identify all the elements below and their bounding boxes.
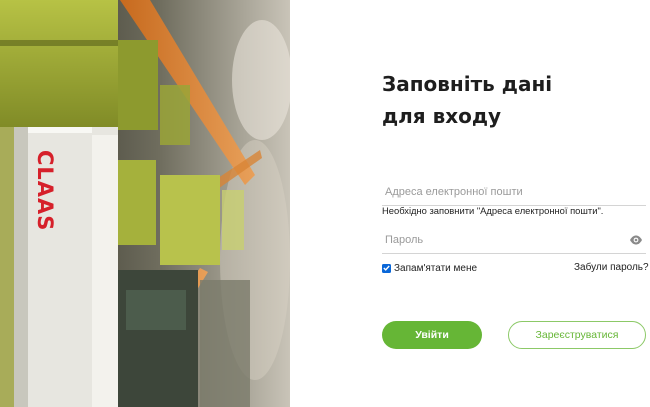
password-field-container [382, 227, 646, 254]
form-title: Заповніть дані для входу [382, 68, 632, 132]
register-button[interactable]: Зареєструватися [508, 321, 646, 349]
claas-logo-text: CLAAS [33, 150, 57, 231]
warehouse-illustration: CLAAS [0, 0, 290, 407]
checkbox-checked-icon[interactable] [382, 263, 391, 273]
email-field-container [382, 179, 646, 206]
password-input[interactable] [385, 230, 625, 250]
forgot-password-link[interactable]: Забули пароль? [574, 261, 649, 275]
form-title-line1: Заповніть дані [382, 72, 553, 96]
warehouse-photo: CLAAS [0, 0, 290, 407]
login-button[interactable]: Увійти [382, 321, 482, 349]
email-error-message: Необхідно заповнити "Адреса електронної … [382, 205, 604, 216]
remember-me-checkbox[interactable]: Запам'ятати мене [382, 261, 477, 275]
remember-me-label: Запам'ятати мене [394, 262, 478, 274]
email-input[interactable] [385, 182, 625, 202]
eye-icon[interactable] [629, 233, 643, 245]
form-title-line2: для входу [382, 104, 502, 128]
